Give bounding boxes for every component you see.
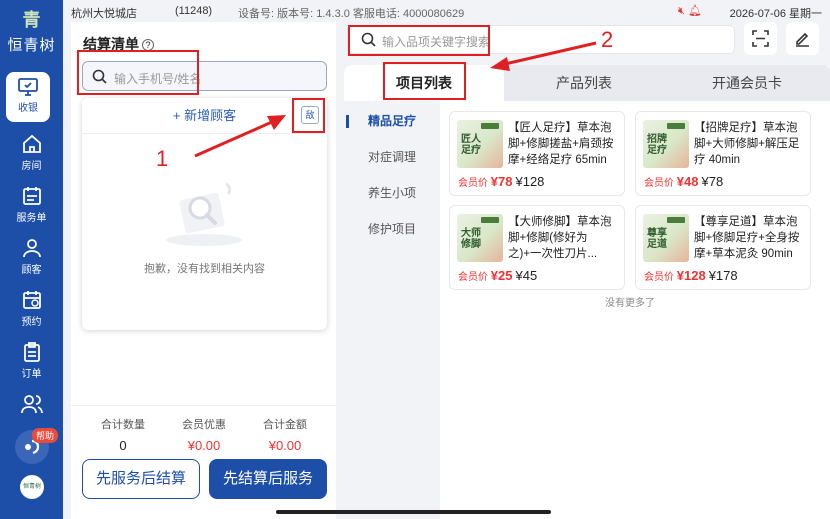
- annotation-arrows: [194, 41, 597, 158]
- annotation-label-1: 1: [156, 146, 169, 171]
- home-indicator[interactable]: [276, 510, 551, 514]
- arrow-icon: [490, 41, 597, 71]
- arrow-icon: [194, 115, 286, 158]
- annotation-label-2: 2: [601, 27, 614, 52]
